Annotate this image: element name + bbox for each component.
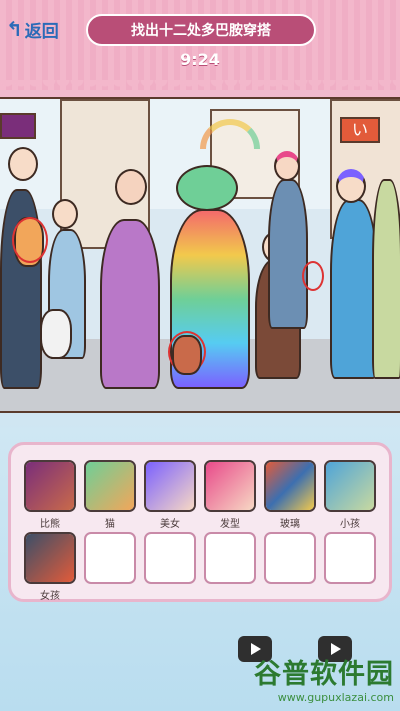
shop-sign: い (340, 117, 380, 143)
person-woman-right (330, 199, 378, 379)
empty-item-slot (84, 532, 136, 584)
dog-bichon (172, 335, 202, 375)
found-item-slot (24, 460, 76, 512)
game-scene[interactable]: い (0, 97, 400, 413)
found-item-label: 发型 (220, 519, 240, 530)
level-title: 找出十二处多巴胺穿搭 (86, 14, 316, 46)
found-item-slot (324, 460, 376, 512)
empty-item-slot (324, 532, 376, 584)
found-item-slot (84, 460, 136, 512)
person-edge-right (372, 179, 400, 379)
header-scallop-edge (0, 80, 400, 94)
found-item-thumbnail (26, 534, 74, 582)
frog-head (176, 165, 238, 211)
found-item-thumbnail (206, 462, 254, 510)
person-head (52, 199, 78, 229)
found-item-thumbnail (146, 462, 194, 510)
back-label: 返回 (24, 21, 59, 42)
found-item-slot (264, 460, 316, 512)
person-head (274, 151, 300, 181)
person-head (336, 169, 366, 203)
empty-item-slot (264, 532, 316, 584)
watermark-url: www.gupuxlazai.com (277, 691, 394, 704)
found-item-label: 女孩 (40, 591, 60, 602)
watermark-brand: 谷普软件园 (254, 659, 394, 690)
found-item-slot (24, 532, 76, 584)
empty-item-slot (144, 532, 196, 584)
found-item-thumbnail (26, 462, 74, 510)
found-item-label: 玻璃 (280, 519, 300, 530)
found-item-label: 比熊 (40, 519, 60, 530)
found-item-slot (144, 460, 196, 512)
found-item-thumbnail (326, 462, 374, 510)
empty-item-slot (204, 532, 256, 584)
found-item-slot (204, 460, 256, 512)
found-item-thumbnail (86, 462, 134, 510)
found-item-label: 美女 (160, 519, 180, 530)
found-item-label: 小孩 (340, 519, 360, 530)
neon-sign (0, 113, 36, 139)
found-item-label: 猫 (105, 519, 115, 530)
found-marker-cat (12, 217, 48, 263)
person-head (115, 169, 147, 205)
watermark: 谷普软件园 www.gupuxlazai.com (254, 652, 394, 704)
found-item-thumbnail (266, 462, 314, 510)
found-marker-child (302, 261, 324, 291)
back-arrow-icon: ↰ (6, 17, 23, 41)
dog-white (40, 309, 72, 359)
back-button[interactable]: ↰ 返回 (6, 16, 59, 42)
countdown-timer: 9:24 (180, 50, 220, 69)
person-woman-purple (100, 219, 160, 389)
person-pink-hair (268, 179, 308, 329)
person-head (8, 147, 38, 181)
